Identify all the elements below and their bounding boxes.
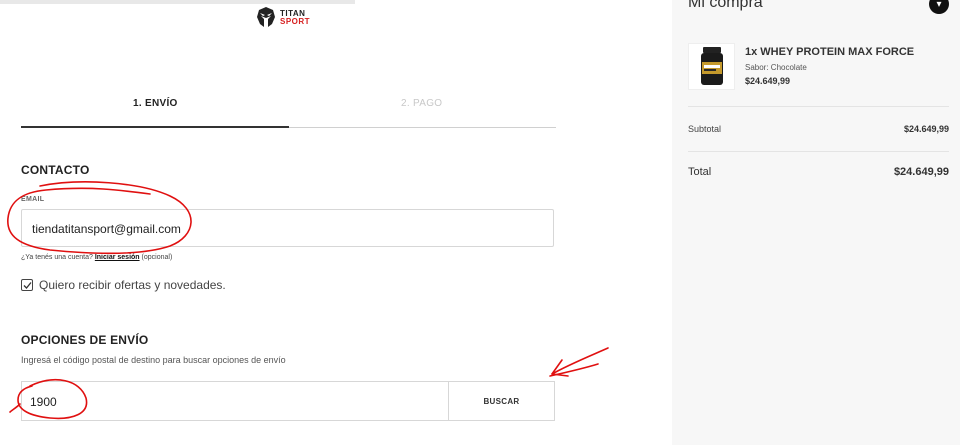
- product-variant: Sabor: Chocolate: [745, 63, 807, 72]
- summary-title: Mi compra: [688, 0, 763, 11]
- chevron-down-icon: ▾: [936, 0, 942, 10]
- step-payment: 2. PAGO: [401, 98, 443, 109]
- newsletter-label: Quiero recibir ofertas y novedades.: [39, 278, 226, 292]
- email-field[interactable]: tiendatitansport@gmail.com: [21, 209, 554, 247]
- zip-code-field[interactable]: 1900: [21, 381, 449, 421]
- subtotal-value: $24.649,99: [903, 124, 949, 134]
- newsletter-checkbox[interactable]: [21, 279, 33, 291]
- zip-circle-tail-annotation: [9, 403, 21, 413]
- arrow-line-annotation: [551, 347, 609, 375]
- arrow-line-annotation: [549, 363, 599, 377]
- product-price: $24.649,99: [745, 76, 791, 86]
- search-shipping-button[interactable]: BUSCAR: [448, 381, 555, 421]
- account-suffix: (opcional): [141, 254, 173, 261]
- total-label: Total: [688, 166, 712, 178]
- helmet-logo-icon: [257, 7, 275, 27]
- product-thumbnail: [688, 43, 735, 90]
- brand-name: TITAN SPORT: [280, 9, 311, 26]
- step-shipping[interactable]: 1. ENVÍO: [133, 98, 178, 109]
- top-strip: [0, 0, 355, 4]
- check-icon: [23, 281, 32, 289]
- total-value: $24.649,99: [893, 166, 949, 178]
- account-prefix: ¿Ya tenés una cuenta?: [21, 254, 93, 261]
- brand-line2: SPORT: [280, 16, 311, 26]
- protein-tub-icon: [700, 46, 723, 85]
- account-note: ¿Ya tenés una cuenta? Iniciar sesión (op…: [21, 254, 172, 261]
- brand-logo[interactable]: TITAN SPORT: [256, 6, 310, 28]
- product-name: 1x WHEY PROTEIN MAX FORCE: [745, 46, 915, 58]
- summary-divider: [688, 151, 949, 152]
- login-link[interactable]: Iniciar sesión: [95, 254, 140, 261]
- newsletter-option[interactable]: Quiero recibir ofertas y novedades.: [21, 278, 226, 292]
- subtotal-label: Subtotal: [688, 124, 722, 134]
- email-label: EMAIL: [21, 196, 45, 203]
- summary-divider: [688, 106, 949, 107]
- shipping-title: OPCIONES DE ENVÍO: [21, 333, 149, 347]
- steps-active-indicator: [21, 126, 289, 128]
- arrow-head-annotation: [551, 359, 569, 377]
- shipping-description: Ingresá el código postal de destino para…: [21, 355, 286, 365]
- contact-title: CONTACTO: [21, 163, 90, 177]
